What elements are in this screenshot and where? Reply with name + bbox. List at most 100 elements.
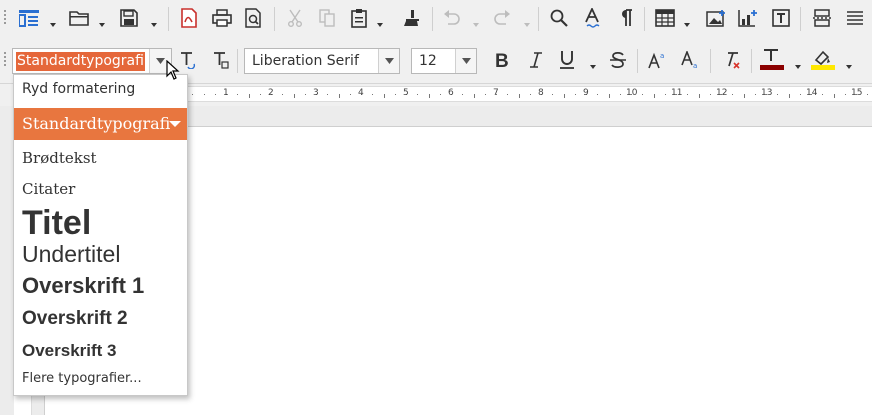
ruler-minor-tick (282, 94, 283, 95)
ruler-half-tick (474, 95, 475, 98)
undo-icon[interactable] (438, 5, 464, 31)
writer-window: B a a Standardtypografi Liberation Serif… (0, 0, 872, 415)
ruler-half-tick (834, 95, 835, 98)
ruler-number: 12 (716, 88, 728, 98)
ruler-minor-tick (192, 94, 193, 95)
spelling-icon[interactable] (580, 5, 606, 31)
clear-formatting-option[interactable]: Ryd formatering (14, 81, 187, 97)
clear-formatting-icon[interactable] (719, 47, 745, 73)
style-option-heading-2[interactable]: Overskrift 2 (14, 307, 187, 331)
style-option-heading-3[interactable]: Overskrift 3 (14, 340, 187, 362)
ruler-minor-tick (305, 94, 306, 95)
chevron-down-icon[interactable] (150, 14, 158, 27)
style-option-quotations[interactable]: Citater (14, 180, 187, 198)
ruler-minor-tick (204, 94, 205, 95)
chevron-down-icon[interactable] (49, 14, 57, 27)
ruler-minor-tick (327, 94, 328, 95)
font-size-input[interactable]: 12 (419, 53, 437, 69)
copy-icon[interactable] (314, 5, 340, 31)
insert-textbox-icon[interactable] (768, 5, 794, 31)
font-size-combobox[interactable]: 12 (411, 48, 477, 74)
font-name-input[interactable]: Liberation Serif (252, 53, 359, 69)
more-styles-option[interactable]: Flere typografier... (14, 371, 187, 386)
ruler-number: 5 (403, 88, 409, 98)
svg-text:a: a (693, 62, 697, 69)
bold-icon[interactable]: B (489, 47, 515, 73)
highlight-color-icon[interactable] (810, 47, 836, 73)
ruler-minor-tick (732, 94, 733, 95)
ruler-number: 9 (583, 88, 589, 98)
ruler-half-tick (384, 95, 385, 98)
paste-icon[interactable] (346, 5, 372, 31)
toolbar-separator (710, 49, 711, 73)
mouse-pointer-icon (166, 59, 180, 84)
chevron-down-icon[interactable] (378, 49, 399, 73)
ruler-half-tick (654, 95, 655, 98)
ruler-minor-tick (800, 94, 801, 95)
ruler-number: 3 (313, 88, 319, 98)
ruler-minor-tick (440, 94, 441, 95)
find-replace-icon[interactable] (546, 5, 572, 31)
ruler-number: 4 (358, 88, 364, 98)
paragraph-style-input[interactable]: Standardtypografi (16, 52, 145, 71)
font-name-combobox[interactable]: Liberation Serif (244, 48, 400, 74)
ruler-number: 8 (538, 88, 544, 98)
paragraph-style-dropdown: Ryd formatering Standardtypografi Brødte… (13, 74, 188, 396)
chevron-down-icon[interactable] (794, 56, 802, 69)
chevron-down-icon[interactable] (845, 56, 853, 69)
toolbar-separator (432, 7, 433, 31)
print-icon[interactable] (209, 5, 235, 31)
italic-icon[interactable] (522, 47, 548, 73)
toolbar-grip[interactable] (3, 10, 7, 28)
open-folder-icon[interactable] (66, 5, 92, 31)
insert-chart-icon[interactable] (735, 5, 761, 31)
strikethrough-icon[interactable] (605, 47, 631, 73)
chevron-down-icon[interactable] (455, 49, 476, 73)
clone-formatting-icon[interactable] (398, 5, 424, 31)
sidebar-menu-icon[interactable] (16, 5, 42, 31)
chevron-down-icon[interactable] (472, 14, 480, 27)
ruler-number: 7 (493, 88, 499, 98)
style-option-default[interactable]: Standardtypografi (14, 108, 187, 140)
ruler-minor-tick (822, 94, 823, 95)
insert-image-icon[interactable] (703, 5, 729, 31)
style-option-heading-1[interactable]: Overskrift 1 (14, 272, 187, 299)
font-color-icon[interactable] (759, 47, 785, 73)
ruler-minor-tick (777, 94, 778, 95)
chevron-down-icon[interactable] (98, 14, 106, 27)
standard-toolbar (0, 0, 872, 38)
ruler-minor-tick (237, 94, 238, 95)
ruler-minor-tick (597, 94, 598, 95)
ruler-number: 6 (448, 88, 454, 98)
formatting-marks-icon[interactable] (613, 5, 639, 31)
save-icon[interactable] (116, 5, 142, 31)
style-option-body-text[interactable]: Brødtekst (14, 149, 187, 167)
cut-icon[interactable] (282, 5, 308, 31)
chevron-down-icon[interactable] (589, 56, 597, 69)
ruler-half-tick (249, 95, 250, 98)
superscript-icon[interactable]: a (645, 47, 671, 73)
chevron-down-icon[interactable] (376, 14, 384, 27)
ruler-half-tick (519, 95, 520, 98)
print-preview-icon[interactable] (240, 5, 266, 31)
toolbar-grip[interactable] (3, 52, 7, 70)
insert-field-icon[interactable] (842, 5, 868, 31)
insert-page-break-icon[interactable] (809, 5, 835, 31)
ruler-minor-tick (620, 94, 621, 95)
svg-text:B: B (495, 51, 509, 69)
chevron-down-icon[interactable] (523, 14, 531, 27)
style-option-subtitle[interactable]: Undertitel (14, 240, 187, 268)
toolbar-separator (168, 7, 169, 31)
insert-table-icon[interactable] (652, 5, 678, 31)
export-pdf-icon[interactable] (176, 5, 202, 31)
subscript-icon[interactable]: a (678, 47, 704, 73)
ruler-half-tick (339, 95, 340, 98)
underline-icon[interactable] (554, 47, 580, 73)
redo-icon[interactable] (490, 5, 516, 31)
ruler-minor-tick (215, 94, 216, 95)
paragraph-style-combobox[interactable]: Standardtypografi (12, 48, 172, 74)
chevron-down-icon[interactable] (683, 14, 691, 27)
style-option-title[interactable]: Titel (14, 203, 187, 243)
style-menu-arrow-icon[interactable] (169, 121, 181, 127)
new-style-icon[interactable] (207, 47, 233, 73)
